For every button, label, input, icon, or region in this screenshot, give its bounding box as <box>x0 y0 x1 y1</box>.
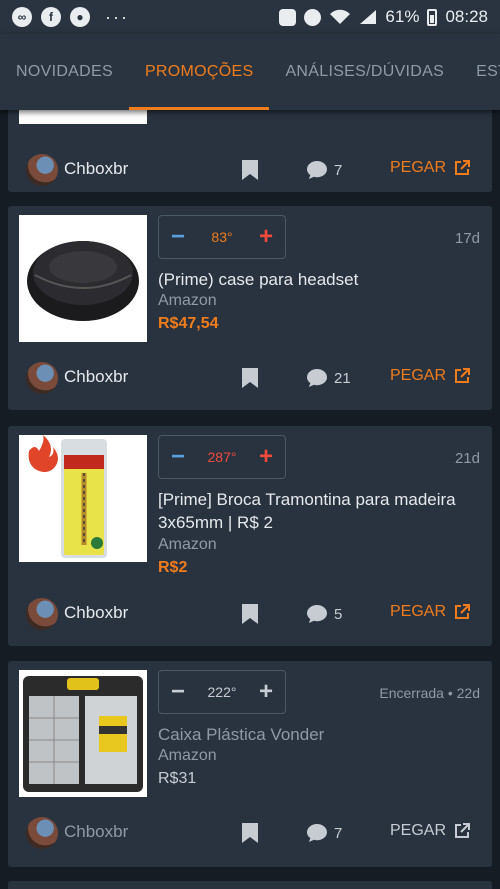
comments-button[interactable]: 21 <box>306 368 351 388</box>
get-deal-label: PEGAR <box>389 367 446 384</box>
comments-button[interactable]: 7 <box>306 160 342 180</box>
deal-age: 17d <box>454 230 480 247</box>
tab-analises-duvidas[interactable]: ANÁLISES/DÚVIDAS <box>269 34 460 110</box>
get-deal-button[interactable]: PEGAR <box>390 822 470 840</box>
lock-icon <box>279 8 297 26</box>
deal-price: R$47,54 <box>158 315 219 332</box>
headset-case-image <box>27 241 139 321</box>
comments-button[interactable]: 7 <box>306 823 342 843</box>
tab-promocoes[interactable]: PROMOÇÕES <box>128 34 270 110</box>
tab-estatisticas[interactable]: ESTATÍS <box>460 34 500 110</box>
comment-icon <box>307 161 327 179</box>
battery-icon <box>427 8 438 26</box>
comment-icon <box>307 824 327 842</box>
deal-title[interactable]: Caixa Plástica Vonder <box>158 723 480 746</box>
deal-image[interactable] <box>19 215 147 342</box>
vote-down-button[interactable]: − <box>171 680 185 704</box>
comment-count: 5 <box>334 605 343 623</box>
vote-up-button[interactable]: + <box>259 680 273 704</box>
external-link-icon <box>455 604 470 619</box>
bookmark-icon[interactable] <box>240 822 260 844</box>
facebook-icon: f <box>41 7 61 27</box>
get-deal-label: PEGAR <box>389 603 446 620</box>
external-link-icon <box>455 823 470 838</box>
comment-count: 21 <box>334 369 351 387</box>
clock: 08:28 <box>445 7 488 26</box>
poster-name[interactable]: Chboxbr <box>64 367 128 387</box>
deal-card[interactable] <box>8 881 492 889</box>
vote-up-button[interactable]: + <box>259 445 273 469</box>
battery-percent: 61% <box>385 7 420 26</box>
tab-novidades[interactable]: NOVIDADES <box>0 34 129 110</box>
vote-box: − 222° + <box>158 670 286 714</box>
more-notifications-icon: ··· <box>105 6 129 27</box>
comment-count: 7 <box>334 824 343 842</box>
deal-title[interactable]: (Prime) case para headset <box>158 268 480 291</box>
get-deal-button[interactable]: PEGAR <box>390 603 470 621</box>
deal-image[interactable] <box>19 670 147 797</box>
vote-down-button[interactable]: − <box>171 445 185 469</box>
bookmark-icon[interactable] <box>240 603 260 625</box>
comment-icon <box>307 605 327 623</box>
deal-store[interactable]: Amazon <box>158 747 217 765</box>
get-deal-label: PEGAR <box>389 822 446 839</box>
poster-name[interactable]: Chboxbr <box>64 603 128 623</box>
vote-box: − 287° + <box>158 435 286 479</box>
bookmark-icon[interactable] <box>240 367 260 389</box>
deal-temperature: 287° <box>207 449 237 465</box>
plastic-toolbox-image <box>23 676 143 792</box>
external-link-icon <box>455 368 470 383</box>
alarm-icon <box>304 8 322 26</box>
external-link-icon <box>455 160 470 175</box>
deal-temperature: 83° <box>211 229 233 245</box>
deal-store[interactable]: Amazon <box>158 536 217 554</box>
vote-box: − 83° + <box>158 215 286 259</box>
avatar[interactable] <box>26 154 58 186</box>
deal-temperature: 222° <box>207 684 237 700</box>
vote-up-button[interactable]: + <box>259 225 273 249</box>
status-bar: ∞ f ● ··· 61% 08:28 <box>0 0 500 34</box>
comment-count: 7 <box>334 161 343 179</box>
deal-title[interactable]: [Prime] Broca Tramontina para madeira 3x… <box>158 488 480 534</box>
panda-icon: ● <box>70 7 90 27</box>
comment-icon <box>307 369 327 387</box>
avatar[interactable] <box>26 362 58 394</box>
deal-price: R$31 <box>158 770 197 787</box>
category-tabs: NOVIDADES PROMOÇÕES ANÁLISES/DÚVIDAS EST… <box>0 34 500 110</box>
get-deal-button[interactable]: PEGAR <box>390 367 470 385</box>
deal-card[interactable]: − 222° + Encerrada • 22d Caixa Plástica … <box>8 661 492 867</box>
deal-age: Encerrada • 22d <box>379 685 480 701</box>
deal-store[interactable]: Amazon <box>158 292 217 310</box>
get-deal-label: PEGAR <box>389 159 446 176</box>
link-icon: ∞ <box>12 7 32 27</box>
wifi-icon <box>330 9 351 24</box>
avatar[interactable] <box>26 598 58 630</box>
vote-down-button[interactable]: − <box>171 225 185 249</box>
deal-price: R$2 <box>158 559 188 576</box>
avatar[interactable] <box>26 817 58 849</box>
get-deal-button[interactable]: PEGAR <box>390 159 470 177</box>
poster-name[interactable]: Chboxbr <box>64 159 128 179</box>
deal-card[interactable]: − 83° + 17d (Prime) case para headset Am… <box>8 206 492 410</box>
comments-button[interactable]: 5 <box>306 604 342 624</box>
poster-name[interactable]: Chboxbr <box>64 822 128 842</box>
deal-card[interactable]: − 287° + 21d [Prime] Broca Tramontina pa… <box>8 426 492 646</box>
drill-bit-package-image <box>28 435 107 558</box>
deal-age: 21d <box>454 450 480 467</box>
deal-image[interactable] <box>19 435 147 562</box>
signal-icon <box>360 10 377 24</box>
bookmark-icon[interactable] <box>240 159 260 181</box>
